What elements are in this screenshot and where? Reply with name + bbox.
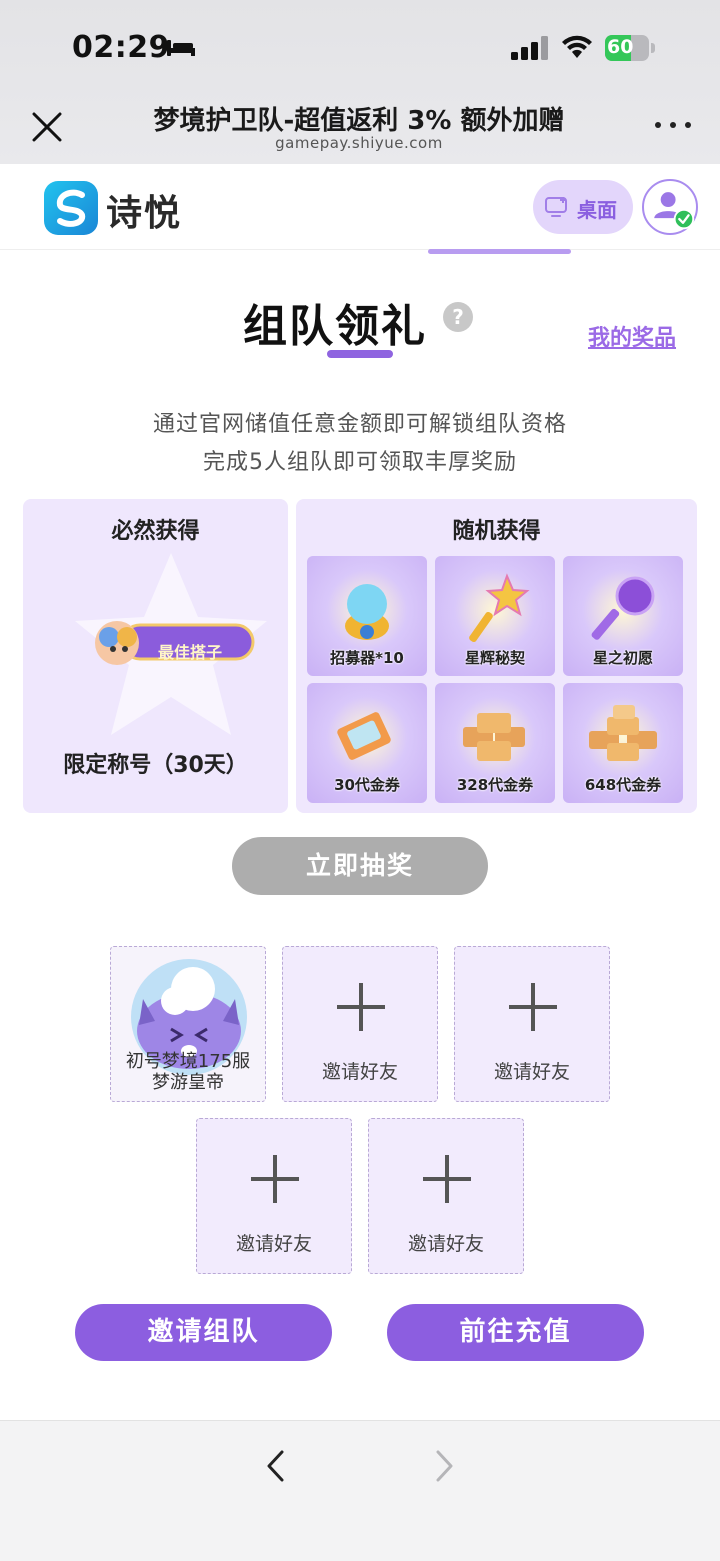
draw-now-button[interactable]: 立即抽奖 (232, 837, 488, 895)
invite-friend-label: 邀请好友 (493, 1061, 570, 1083)
reward-item-label: 星之初愿 (592, 649, 653, 667)
invite-slot[interactable]: 邀请好友 (196, 1118, 352, 1274)
wifi-icon (562, 35, 592, 58)
browser-top-bar: 02:29 60 梦境护卫队-超值返利 3% 额外加赠 gamepay.shiy… (0, 0, 720, 164)
reward-item-voucher-30: 30代金券 (307, 683, 427, 803)
plus-icon (509, 983, 557, 1031)
member-server: 初号梦境175服 (125, 1051, 251, 1072)
user-icon (654, 192, 695, 230)
member-nickname: 梦游皇帝 (152, 1072, 224, 1093)
add-to-desktop-button[interactable]: 桌面 (533, 180, 633, 234)
more-options-icon[interactable] (655, 122, 691, 132)
logo-icon[interactable] (44, 181, 98, 235)
invite-friend-label: 邀请好友 (321, 1061, 398, 1083)
reward-item-recruiter: 招募器*10 (307, 556, 427, 676)
reward-item-label: 328代金券 (456, 776, 534, 794)
plus-icon (423, 1155, 471, 1203)
random-reward-panel: 随机获得 招募器*10 星辉秘契 星之初愿 30代金券 328代金券 648代金… (296, 499, 697, 813)
plus-icon (337, 983, 385, 1031)
badge-text: 最佳搭子 (157, 643, 222, 662)
tab-indicator (428, 249, 571, 254)
my-prizes-link[interactable]: 我的奖品 (588, 320, 676, 352)
description-line-2: 完成5人组队即可领取丰厚奖励 (203, 450, 517, 475)
recharge-button[interactable]: 前往充值 (387, 1304, 644, 1361)
status-time: 02:29 (72, 30, 170, 65)
sleep-mode-icon (167, 40, 195, 56)
section-title-underline (327, 350, 393, 358)
invite-slot[interactable]: 邀请好友 (368, 1118, 524, 1274)
page: 02:29 60 梦境护卫队-超值返利 3% 额外加赠 gamepay.shiy… (0, 0, 720, 1561)
section-title: 组队领礼 (243, 301, 427, 352)
site-header: 诗悦 桌面 (0, 164, 720, 250)
help-icon[interactable]: ? (443, 302, 473, 332)
team-member-slot[interactable]: 初号梦境175服 梦游皇帝 (110, 946, 266, 1102)
plus-icon (251, 1155, 299, 1203)
invite-slot[interactable]: 邀请好友 (454, 946, 610, 1102)
guaranteed-title: 必然获得 (111, 519, 200, 544)
browser-bottom-bar (0, 1420, 720, 1561)
browser-page-title: 梦境护卫队-超值返利 3% 额外加赠 (153, 106, 565, 136)
back-arrow-icon[interactable] (262, 1449, 290, 1483)
purple-key-icon (591, 576, 655, 640)
voucher-stack-icon (463, 713, 525, 761)
desktop-label: 桌面 (577, 198, 617, 222)
recruiter-icon (345, 584, 389, 640)
desktop-icon (545, 197, 567, 217)
reward-item-star-wish: 星之初愿 (563, 556, 683, 676)
browser-url: gamepay.shiyue.com (275, 134, 443, 152)
reward-item-label: 招募器*10 (330, 649, 404, 667)
reward-item-voucher-328: 328代金券 (435, 683, 555, 803)
voucher-icon (337, 712, 391, 760)
forward-arrow-icon[interactable] (430, 1449, 458, 1483)
invite-team-button[interactable]: 邀请组队 (75, 1304, 332, 1361)
invite-friend-label: 邀请好友 (235, 1233, 312, 1255)
invite-friend-label: 邀请好友 (407, 1233, 484, 1255)
user-avatar-button[interactable] (642, 179, 698, 235)
reward-item-star-pact: 星辉秘契 (435, 556, 555, 676)
reward-item-label: 星辉秘契 (464, 649, 525, 667)
star-key-icon (469, 573, 530, 643)
close-icon[interactable] (30, 110, 64, 144)
random-title: 随机获得 (452, 519, 541, 544)
voucher-pile-icon (589, 705, 657, 761)
description-line-1: 通过官网储值任意金额即可解锁组队资格 (152, 412, 567, 437)
guaranteed-reward-panel: 必然获得 最佳搭子 限定称号（30天） (23, 499, 288, 813)
reward-item-label: 648代金券 (584, 776, 662, 794)
battery-icon: 60 (605, 35, 655, 61)
reward-item-label: 30代金券 (334, 776, 400, 794)
reward-item-voucher-648: 648代金券 (563, 683, 683, 803)
invite-slot[interactable]: 邀请好友 (282, 946, 438, 1102)
battery-level: 60 (607, 36, 634, 58)
cellular-signal-icon (511, 36, 548, 60)
guaranteed-reward-name: 限定称号（30天） (63, 753, 248, 778)
logo-text[interactable]: 诗悦 (106, 184, 182, 236)
